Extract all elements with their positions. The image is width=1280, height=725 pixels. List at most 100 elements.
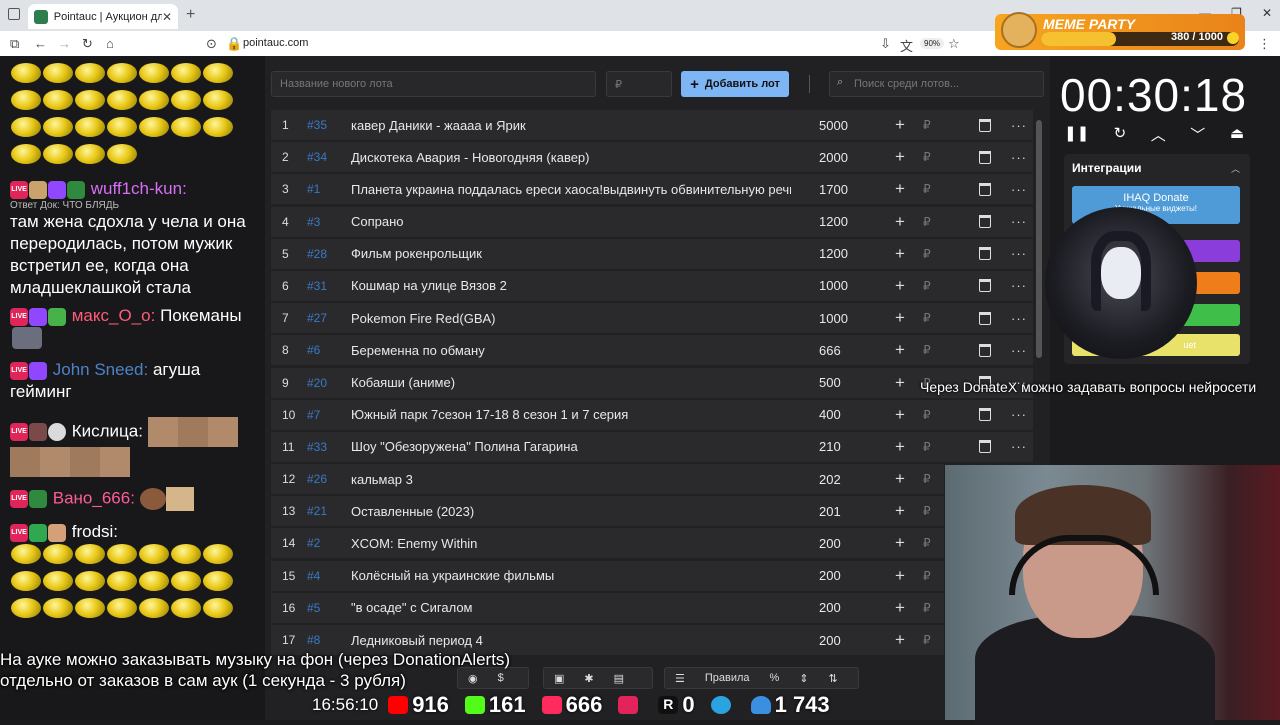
lot-title[interactable]: XCOM: Enemy Within	[351, 536, 791, 551]
lot-amount[interactable]: 200	[819, 568, 841, 583]
lot-title[interactable]: Оставленные (2023)	[351, 504, 791, 519]
lot-row[interactable]: 6 #31 Кошмар на улице Вязов 2 1000 + ₽ ···	[271, 270, 1033, 301]
lot-title[interactable]: "в осаде" с Сигалом	[351, 600, 791, 615]
add-amount-icon[interactable]: +	[895, 405, 905, 425]
chevron-up-icon[interactable]: ︿	[1151, 124, 1166, 145]
rules-button[interactable]: Правила	[695, 672, 760, 684]
reset-icon[interactable]: ↻	[1114, 124, 1127, 145]
lot-row[interactable]: 12 #26 кальмар 3 202 + ₽	[271, 464, 944, 495]
lot-row[interactable]: 4 #3 Сопрано 1200 + ₽ ···	[271, 206, 1033, 237]
add-amount-icon[interactable]: +	[895, 533, 905, 553]
search-lots-input[interactable]: ⌕ Поиск среди лотов...	[829, 71, 1044, 97]
lots-scrollbar[interactable]	[1036, 120, 1042, 358]
lot-amount[interactable]: 666	[819, 343, 841, 358]
download-icon[interactable]: ⇩	[880, 36, 891, 52]
add-amount-icon[interactable]: +	[895, 212, 905, 232]
more-options-icon[interactable]: ···	[1011, 246, 1027, 261]
chat-username[interactable]: wuff1ch-kun:	[91, 179, 187, 198]
lot-title[interactable]: Pokemon Fire Red(GBA)	[351, 311, 791, 326]
sort-icon[interactable]: ⇅	[819, 672, 848, 685]
lot-title[interactable]: кавер Даники - жаааа и Ярик	[351, 118, 791, 133]
lot-amount[interactable]: 1700	[819, 182, 848, 197]
collapse-icon[interactable]: ︿	[1231, 162, 1240, 175]
lot-amount[interactable]: 400	[819, 407, 841, 422]
lot-row[interactable]: 11 #33 Шоу "Обезоружена" Полина Гагарина 21…	[271, 431, 1033, 462]
delete-lot-icon[interactable]	[979, 215, 991, 229]
lot-row[interactable]: 3 #1 Планета украина поддалась ереси хаоса…	[271, 174, 1033, 205]
url-text[interactable]: pointauc.com	[243, 37, 308, 49]
lot-row[interactable]: 14 #2 XCOM: Enemy Within 200 + ₽	[271, 528, 944, 559]
lot-row[interactable]: 7 #27 Pokemon Fire Red(GBA) 1000 + ₽ ···	[271, 303, 1033, 334]
lot-row[interactable]: 13 #21 Оставленные (2023) 201 + ₽	[271, 496, 944, 527]
lot-title[interactable]: Планета украина поддалась ереси хаоса!вы…	[351, 182, 791, 197]
lot-amount[interactable]: 1000	[819, 278, 848, 293]
back-icon[interactable]: ←	[34, 36, 47, 51]
lot-row[interactable]: 1 #35 кавер Даники - жаааа и Ярик 5000 + ₽ ···	[271, 110, 1033, 140]
lot-title[interactable]: Колёсный на украинские фильмы	[351, 568, 791, 583]
lot-amount[interactable]: 1200	[819, 246, 848, 261]
bug-icon[interactable]: ✱	[574, 672, 603, 685]
delete-lot-icon[interactable]	[979, 311, 991, 325]
lot-amount-input[interactable]: ₽	[606, 71, 672, 97]
add-amount-icon[interactable]: +	[895, 598, 905, 618]
add-amount-icon[interactable]: +	[895, 566, 905, 586]
lot-amount[interactable]: 2000	[819, 150, 848, 165]
sidebar-icon[interactable]: ⧉	[10, 36, 19, 52]
lot-title[interactable]: Дискотека Авария - Новогодняя (кавер)	[351, 150, 791, 165]
more-options-icon[interactable]: ···	[1011, 214, 1027, 229]
lot-amount[interactable]: 202	[819, 472, 841, 487]
lot-title[interactable]: Фильм рокенрольщик	[351, 246, 791, 261]
lot-row[interactable]: 9 #20 Кобаяши (аниме) 500 + ₽ ···	[271, 367, 1033, 398]
lot-amount[interactable]: 201	[819, 504, 841, 519]
lot-amount[interactable]: 200	[819, 536, 841, 551]
lot-row[interactable]: 16 #5 "в осаде" с Сигалом 200 + ₽	[271, 592, 944, 623]
lot-title[interactable]: Шоу "Обезоружена" Полина Гагарина	[351, 439, 791, 454]
add-amount-icon[interactable]: +	[895, 308, 905, 328]
reload-icon[interactable]: ↻	[82, 36, 93, 52]
more-options-icon[interactable]: ···	[1011, 118, 1027, 133]
more-options-icon[interactable]: ···	[1011, 278, 1027, 293]
translate-icon[interactable]: 文	[900, 36, 913, 55]
more-options-icon[interactable]: ···	[1011, 439, 1027, 454]
lot-row[interactable]: 8 #6 Беременна по обману 666 + ₽ ···	[271, 335, 1033, 366]
chat-username[interactable]: макс_O_o:	[72, 306, 156, 325]
chat-username[interactable]: John Sneed:	[53, 360, 148, 379]
trash-all-icon[interactable]: ▤	[604, 672, 634, 685]
split-icon[interactable]: ⇕	[789, 672, 818, 685]
home-icon[interactable]: ⌂	[106, 36, 114, 51]
delete-lot-icon[interactable]	[979, 408, 991, 422]
lot-title[interactable]: Ледниковый период 4	[351, 633, 791, 648]
add-amount-icon[interactable]: +	[895, 501, 905, 521]
chat-username[interactable]: Вано_666:	[53, 488, 135, 507]
delete-lot-icon[interactable]	[979, 440, 991, 454]
more-options-icon[interactable]: ···	[1011, 407, 1027, 422]
chat-username[interactable]: frodsi:	[72, 522, 118, 541]
new-tab-icon[interactable]: +	[186, 6, 195, 24]
lot-row[interactable]: 2 #34 Дискотека Авария - Новогодняя (кавер…	[271, 142, 1033, 173]
add-amount-icon[interactable]: +	[895, 630, 905, 650]
close-tab-icon[interactable]: ✕	[162, 10, 172, 24]
add-amount-icon[interactable]: +	[895, 115, 905, 135]
new-lot-input[interactable]: Название нового лота	[271, 71, 596, 97]
lot-title[interactable]: Беременна по обману	[351, 343, 791, 358]
add-amount-icon[interactable]: +	[895, 147, 905, 167]
delete-lot-icon[interactable]	[979, 279, 991, 293]
delete-lot-icon[interactable]	[979, 182, 991, 196]
close-window-icon[interactable]: ✕	[1262, 6, 1272, 20]
lot-title[interactable]: Кобаяши (аниме)	[351, 375, 791, 390]
add-lot-button[interactable]: + Добавить лот	[681, 71, 789, 97]
list-icon[interactable]: ☰	[665, 672, 695, 685]
eject-icon[interactable]: ⏏	[1230, 124, 1244, 145]
add-amount-icon[interactable]: +	[895, 244, 905, 264]
lot-amount[interactable]: 1200	[819, 214, 848, 229]
more-options-icon[interactable]: ···	[1011, 182, 1027, 197]
bookmark-star-icon[interactable]: ☆	[948, 36, 960, 52]
tab-list-icon[interactable]	[8, 8, 20, 20]
add-amount-icon[interactable]: +	[895, 469, 905, 489]
delete-lot-icon[interactable]	[979, 118, 991, 132]
lot-amount[interactable]: 5000	[819, 118, 848, 133]
delete-lot-icon[interactable]	[979, 343, 991, 357]
delete-lot-icon[interactable]	[979, 247, 991, 261]
add-amount-icon[interactable]: +	[895, 437, 905, 457]
lot-title[interactable]: Кошмар на улице Вязов 2	[351, 278, 791, 293]
